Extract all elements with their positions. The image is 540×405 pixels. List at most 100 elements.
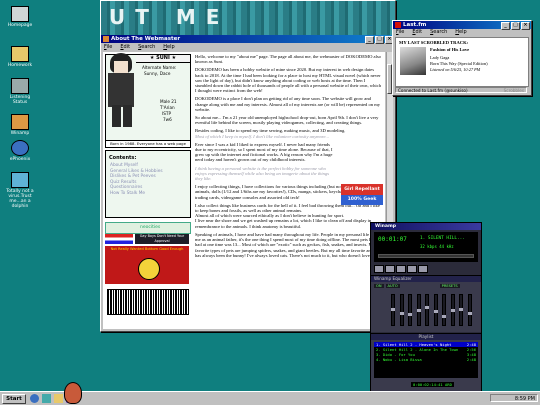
- close-button[interactable]: ×: [521, 22, 530, 30]
- winamp-controls: [374, 265, 428, 273]
- stat-gender-age: Male 21: [160, 99, 177, 104]
- desktop-icon-homepage[interactable]: Homepage: [2, 6, 38, 28]
- globe-icon: [11, 140, 29, 156]
- profile-card: ★ SUNI ★ Alternate Name: Sunny, Dace Mal…: [103, 52, 191, 148]
- eq-band-slider[interactable]: [408, 294, 412, 326]
- playlist-item[interactable]: 4. Nobu - Lisa Bissa 2:48: [374, 357, 478, 362]
- eq-band-knob[interactable]: [399, 312, 404, 315]
- eq-band-knob[interactable]: [433, 310, 438, 313]
- menu-help[interactable]: Help: [455, 29, 466, 36]
- paragraph: Hello, welcome to my "about me" page. Th…: [195, 54, 381, 65]
- desktop-icon-winamp[interactable]: Winamp: [2, 114, 38, 136]
- lastfm-icon: [395, 22, 401, 28]
- eq-band-slider[interactable]: [467, 294, 472, 326]
- prev-button[interactable]: [374, 265, 384, 273]
- play-button[interactable]: [385, 265, 395, 273]
- eq-titlebar[interactable]: Winamp Equalizer: [371, 276, 481, 282]
- eq-band-slider[interactable]: [391, 294, 395, 326]
- paragraph-faint: I think having a personal website is the…: [195, 165, 330, 182]
- lastfm-titlebar[interactable]: Last.fm _ □ ×: [393, 21, 531, 30]
- stamp-gay-boys: Gay Boys Don't Need Your Approval: [135, 234, 189, 244]
- playlist-titlebar[interactable]: Playlist: [371, 334, 481, 340]
- lastfm-status: Connected to Last.fm (@sunkiso) Scrobble…: [395, 87, 527, 93]
- next-button[interactable]: [418, 265, 428, 273]
- pause-button[interactable]: [396, 265, 406, 273]
- paragraph: DOKODEMO is a place I don't plan on gett…: [195, 96, 381, 112]
- lastfm-window: Last.fm _ □ × File Edit Search Help MY L…: [392, 20, 532, 96]
- eq-band-slider[interactable]: [442, 294, 446, 326]
- eq-band-knob[interactable]: [416, 309, 421, 312]
- born-note: Born in 1988. Everyone has a web page: [106, 140, 190, 147]
- maximize-button[interactable]: □: [511, 22, 520, 30]
- window-icon: [103, 36, 109, 42]
- stamp-neocities: neocities: [105, 222, 191, 234]
- eq-band-knob[interactable]: [450, 309, 455, 312]
- computer-icon: [11, 6, 29, 22]
- menu-file[interactable]: File: [104, 44, 112, 51]
- eq-band-slider[interactable]: [425, 294, 429, 326]
- stop-button[interactable]: [407, 265, 417, 273]
- eq-presets-button[interactable]: PRESETS: [439, 284, 460, 288]
- desktop-icon-dolphin[interactable]: Totally not a virus.Trust me...an a dolp…: [2, 172, 38, 209]
- minimize-button[interactable]: _: [501, 22, 510, 30]
- dolphin-icon: [11, 172, 29, 188]
- eq-band-slider[interactable]: [433, 294, 438, 326]
- barcode: [107, 289, 189, 315]
- clock: 8:59 PM: [514, 396, 535, 402]
- desktop-icon-homework[interactable]: Homework: [2, 46, 38, 68]
- maximize-button[interactable]: □: [375, 36, 384, 44]
- winamp-equalizer: Winamp Equalizer ON AUTO PRESETS: [371, 275, 481, 332]
- eq-bands: [391, 294, 477, 328]
- paragraph: Speaking of animals, I have and have had…: [195, 231, 381, 258]
- winamp-titlebar[interactable]: Winamp: [371, 223, 481, 230]
- eq-band-knob[interactable]: [408, 313, 412, 316]
- ad-girl-repellant: Girl Repellant 100% Geek: [341, 184, 383, 206]
- cd-player-icon: [11, 78, 29, 94]
- desktop-icon-listening[interactable]: Listening Status: [2, 78, 38, 105]
- about-webmaster-window: UT ME About The Webmaster _ □ × File Edi…: [100, 0, 396, 332]
- eq-on-button[interactable]: ON: [374, 284, 384, 288]
- winamp-bitrate: 32 kbps 44 kHz: [420, 244, 454, 249]
- banner-text: UT ME: [109, 5, 230, 29]
- eq-band-slider[interactable]: [416, 294, 421, 326]
- eq-band-slider[interactable]: [399, 294, 404, 326]
- winamp-player: Winamp 00:01:07 1. SILENT HILL... 32 kbp…: [370, 222, 482, 394]
- main-titlebar[interactable]: About The Webmaster _ □ ×: [101, 35, 395, 44]
- menu-help[interactable]: Help: [163, 44, 174, 51]
- eq-band-knob[interactable]: [459, 308, 463, 311]
- eq-band-slider[interactable]: [459, 294, 463, 326]
- stat-mbti: ISTP: [162, 111, 171, 116]
- quicklaunch-mail-icon[interactable]: [54, 394, 63, 403]
- paragraph: Ever since I was a kid I liked to expres…: [195, 141, 333, 163]
- profile-name-header: ★ SUNI ★: [136, 55, 190, 63]
- mascot-icon: [64, 382, 82, 404]
- eq-band-knob[interactable]: [467, 312, 472, 315]
- menu-file[interactable]: File: [396, 29, 404, 36]
- eq-toggles: ON AUTO PRESETS: [374, 284, 460, 288]
- quicklaunch-ie-icon[interactable]: [30, 394, 39, 403]
- desktop-icon-ephoenix[interactable]: ePhoenix: [2, 140, 38, 162]
- eq-band-slider[interactable]: [450, 294, 455, 326]
- menu-search[interactable]: Search: [430, 29, 447, 36]
- menu-edit[interactable]: Edit: [120, 44, 130, 51]
- eq-band-knob[interactable]: [442, 315, 446, 318]
- lastfm-content: MY LAST SCROBBLED TRACK: Fashion of His …: [395, 37, 529, 87]
- minimize-button[interactable]: _: [365, 36, 374, 44]
- menu-search[interactable]: Search: [138, 44, 155, 51]
- avatar: [103, 52, 142, 137]
- eq-band-knob[interactable]: [425, 306, 429, 309]
- contents-link-stalk[interactable]: How To Stalk Me: [110, 191, 190, 197]
- profile-column: ★ SUNI ★ Alternate Name: Sunny, Dace Mal…: [103, 52, 191, 329]
- seek-bar[interactable]: [378, 254, 474, 258]
- quicklaunch-desktop-icon[interactable]: [42, 394, 51, 403]
- eq-auto-button[interactable]: AUTO: [385, 284, 400, 288]
- menu-edit[interactable]: Edit: [412, 29, 422, 36]
- window-controls: _ □ ×: [365, 36, 394, 44]
- contents-title: Contents:: [109, 155, 137, 161]
- start-button[interactable]: Start: [2, 394, 26, 404]
- taskbar: Start 8:59 PM: [0, 382, 540, 405]
- system-tray: 8:59 PM: [490, 394, 538, 402]
- eq-band-knob[interactable]: [391, 308, 395, 311]
- paragraph: I live near the shore and we get washed …: [195, 218, 372, 229]
- playlist-list: 1. Silent Hill 2 - Heaven's Night 2:48 2.…: [374, 342, 478, 378]
